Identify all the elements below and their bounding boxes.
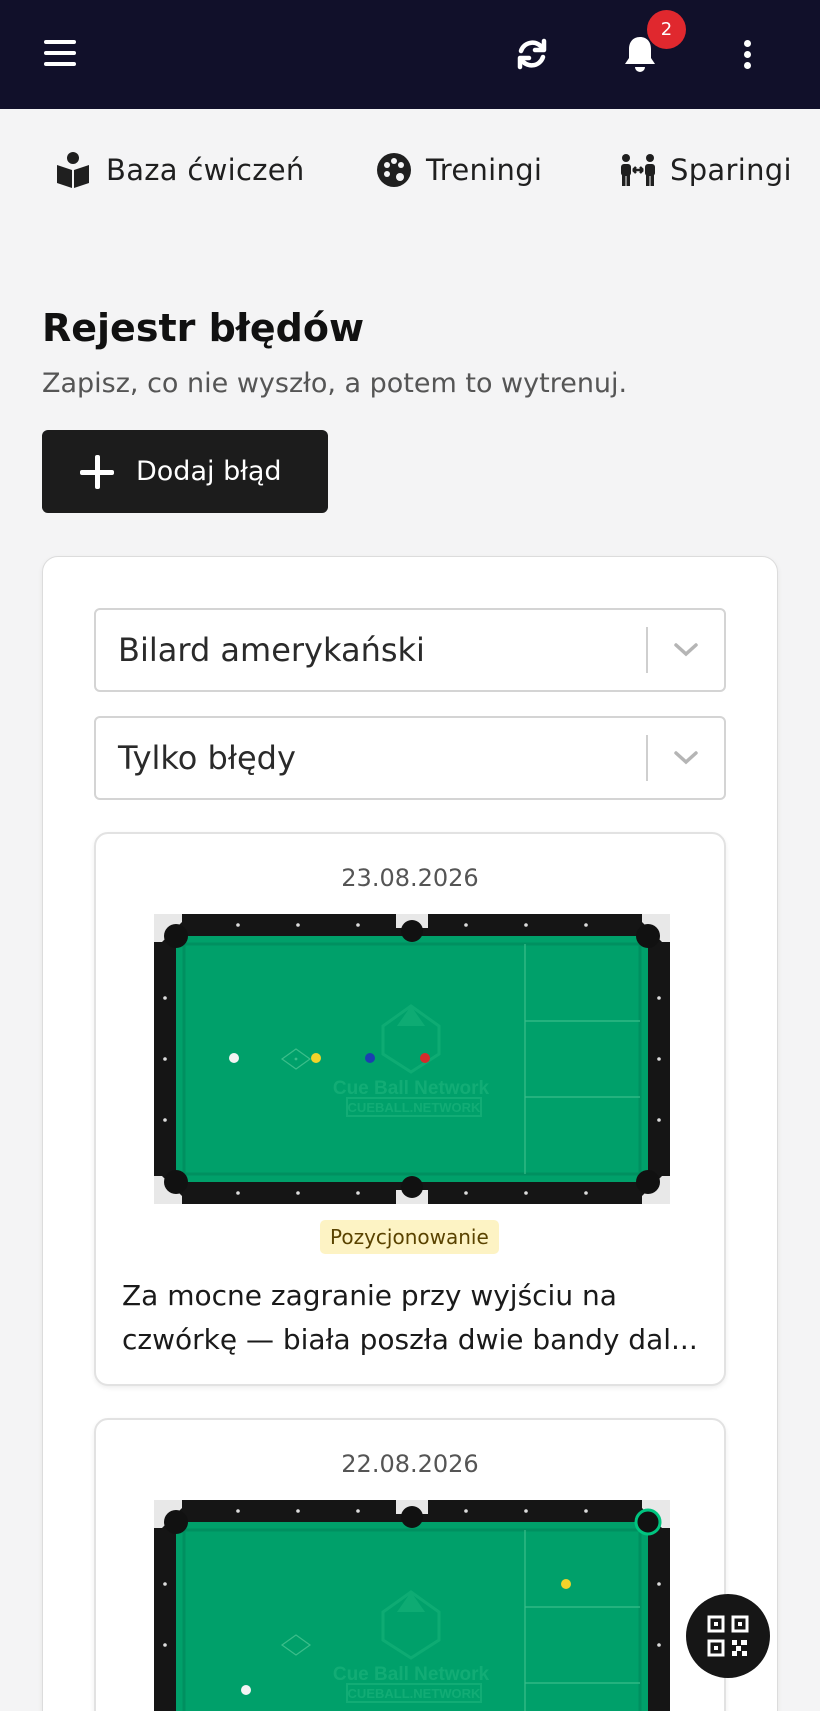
- tab-label: Treningi: [426, 153, 543, 187]
- mistake-card[interactable]: 22.08.2026 Cue Ball Network CUEBALL.NETW: [94, 1418, 726, 1711]
- cue-ball: [229, 1053, 239, 1063]
- ball-1: [561, 1579, 571, 1589]
- nav-tabs: Baza ćwiczeń Treningi Sparingi: [0, 140, 820, 200]
- page-subtitle: Zapisz, co nie wyszło, a potem to wytren…: [42, 368, 628, 399]
- plus-icon: [80, 454, 114, 489]
- mistake-card[interactable]: 23.08.2026 Cue Ball Network CUEBALL.NETW…: [94, 832, 726, 1386]
- palette-icon: [377, 153, 411, 187]
- top-app-bar: 2: [0, 0, 820, 109]
- pool-table-diagram: Cue Ball Network CUEBALL.NETWORK: [154, 1500, 670, 1711]
- pool-table-diagram: Cue Ball Network CUEBALL.NETWORK: [154, 914, 670, 1204]
- chevron-down-icon[interactable]: [648, 716, 724, 800]
- mistake-note: Za mocne zagranie przy wyjściu na czwórk…: [122, 1274, 702, 1362]
- entry-type-select[interactable]: Tylko błędy: [94, 716, 726, 800]
- mistake-date: 22.08.2026: [341, 1450, 479, 1478]
- ball-2: [365, 1053, 375, 1063]
- qr-code-icon: [707, 1615, 749, 1657]
- watermark-url: CUEBALL.NETWORK: [348, 1100, 481, 1115]
- tab-label: Baza ćwiczeń: [106, 153, 305, 187]
- refresh-icon[interactable]: [514, 36, 550, 72]
- people-arrows-icon: [621, 154, 655, 186]
- add-mistake-label: Dodaj błąd: [136, 456, 282, 487]
- notification-badge: 2: [647, 10, 686, 49]
- cue-ball: [241, 1685, 251, 1695]
- mistake-date: 23.08.2026: [341, 864, 479, 892]
- tab-label: Sparingi: [670, 153, 792, 187]
- note-line: czwórkę — biała poszła dwie bandy dal...: [122, 1323, 698, 1356]
- ball-1: [311, 1053, 321, 1063]
- ball-3: [420, 1053, 430, 1063]
- tab-trainings[interactable]: Treningi: [376, 140, 542, 200]
- watermark-url: CUEBALL.NETWORK: [348, 1686, 481, 1701]
- category-tag: Pozycjonowanie: [320, 1220, 499, 1254]
- entry-type-value: Tylko błędy: [118, 739, 296, 777]
- tab-sparring[interactable]: Sparingi: [620, 140, 792, 200]
- watermark-text: Cue Ball Network: [333, 1078, 490, 1099]
- book-reader-icon: [57, 152, 89, 188]
- watermark-text: Cue Ball Network: [333, 1664, 490, 1685]
- page-title: Rejestr błędów: [42, 306, 365, 350]
- more-options-icon[interactable]: [742, 40, 752, 70]
- qr-code-button[interactable]: [686, 1594, 770, 1678]
- menu-icon[interactable]: [44, 40, 76, 68]
- game-type-value: Bilard amerykański: [118, 631, 425, 669]
- note-line: Za mocne zagranie przy wyjściu na: [122, 1279, 617, 1312]
- tab-exercise-base[interactable]: Baza ćwiczeń: [54, 140, 305, 200]
- chevron-down-icon[interactable]: [648, 608, 724, 692]
- add-mistake-button[interactable]: Dodaj błąd: [42, 430, 328, 513]
- game-type-select[interactable]: Bilard amerykański: [94, 608, 726, 692]
